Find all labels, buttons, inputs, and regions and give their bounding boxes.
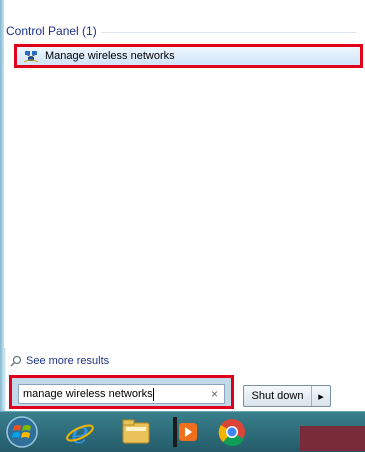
see-more-results-link[interactable]: See more results bbox=[10, 353, 109, 369]
result-manage-wireless-networks[interactable]: Manage wireless networks bbox=[14, 44, 363, 68]
shutdown-arrow-glyph: ▸ bbox=[318, 390, 324, 403]
see-more-label: See more results bbox=[26, 355, 110, 367]
taskbar-edge-block bbox=[300, 426, 365, 451]
shutdown-button-group: Shut down ▸ bbox=[243, 385, 331, 407]
start-orb-icon[interactable] bbox=[4, 414, 40, 450]
file-explorer-icon[interactable] bbox=[118, 414, 154, 450]
group-header-label: Control Panel (1) bbox=[6, 24, 101, 38]
search-input-value: manage wireless networks bbox=[23, 388, 153, 400]
internet-explorer-icon[interactable]: e bbox=[62, 414, 98, 450]
media-player-icon[interactable] bbox=[166, 414, 202, 450]
clear-search-icon[interactable]: × bbox=[211, 385, 218, 403]
shutdown-button[interactable]: Shut down bbox=[244, 386, 312, 406]
wireless-network-icon bbox=[23, 48, 39, 64]
shutdown-options-arrow-icon[interactable]: ▸ bbox=[312, 386, 330, 406]
result-group-header[interactable]: Control Panel (1) bbox=[6, 24, 356, 38]
start-menu: Control Panel (1) Manage wireless networ… bbox=[0, 0, 365, 411]
shutdown-label: Shut down bbox=[251, 390, 304, 402]
svg-text:e: e bbox=[71, 416, 89, 448]
chrome-icon[interactable] bbox=[214, 414, 250, 450]
search-box-highlight: manage wireless networks × bbox=[9, 375, 234, 409]
text-caret bbox=[152, 387, 154, 401]
result-label: Manage wireless networks bbox=[45, 50, 175, 62]
search-icon bbox=[10, 355, 22, 367]
search-input[interactable]: manage wireless networks × bbox=[18, 384, 225, 404]
